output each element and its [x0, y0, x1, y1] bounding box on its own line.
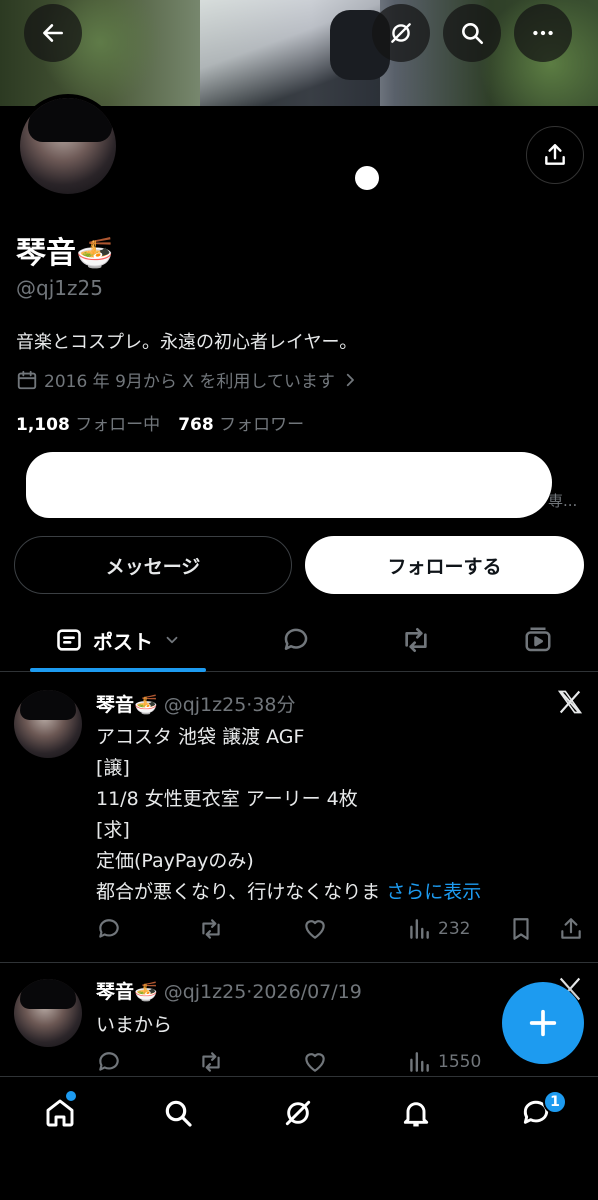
share-tweet-button[interactable] — [558, 913, 584, 945]
tweet-avatar[interactable] — [14, 979, 82, 1047]
joined-text: 2016 年 9月から X を利用しています — [44, 372, 335, 392]
tweet-text-line: 11/8 女性更衣室 アーリー 4枚 — [96, 788, 358, 810]
search-button[interactable] — [443, 4, 501, 62]
home-notification-dot — [66, 1091, 76, 1101]
tweet-avatar[interactable] — [14, 690, 82, 758]
follow-button[interactable]: フォローする — [305, 536, 584, 594]
grok-button[interactable] — [372, 4, 430, 62]
profile-avatar[interactable] — [16, 94, 120, 198]
views-count: 1550 — [438, 1052, 482, 1072]
views-button[interactable]: 1550 — [406, 1046, 481, 1078]
bookmark-button[interactable] — [508, 913, 534, 945]
x-logo-icon — [557, 690, 583, 714]
repost-icon — [202, 919, 220, 939]
share-icon — [561, 918, 581, 939]
more-horizontal-icon — [533, 30, 553, 36]
followers-label: フォロワー — [219, 415, 305, 435]
tweet-time[interactable]: ·38分 — [246, 694, 295, 716]
plus-icon — [529, 1009, 557, 1037]
nav-grok[interactable] — [268, 1091, 328, 1135]
follow-stats: 1,108 フォロー中 768 フォロワー — [16, 410, 304, 435]
tweet-text-line: いまから — [96, 1014, 173, 1036]
tweet-text-line: [求] — [96, 819, 130, 841]
reply-button[interactable] — [96, 1046, 122, 1078]
tweet-author-name[interactable]: 琴音🍜 — [96, 981, 158, 1003]
like-button[interactable] — [302, 1046, 328, 1078]
white-dot-marker — [355, 166, 379, 190]
tweet-handle[interactable]: @qj1z25 — [164, 981, 247, 1003]
following-label: フォロー中 — [75, 415, 161, 435]
tweet-text-line: 定価(PayPayのみ) — [96, 850, 254, 872]
arrow-left-icon — [43, 24, 63, 42]
reply-icon — [99, 1052, 119, 1071]
repost-button[interactable] — [198, 913, 224, 945]
compose-post-button[interactable] — [502, 982, 584, 1064]
repost-icon — [405, 628, 427, 652]
nav-notifications[interactable] — [386, 1091, 446, 1135]
tweet-header: 琴音🍜 @qj1z25·2026/07/19 — [96, 977, 362, 1004]
bottom-navigation: 1 — [0, 1076, 598, 1200]
reply-icon — [99, 919, 119, 938]
followers-count: 768 — [178, 415, 214, 435]
calendar-icon — [17, 370, 37, 389]
tweet-actions: 232 — [96, 913, 586, 945]
analytics-icon — [410, 1052, 429, 1072]
grok-icon — [285, 1100, 311, 1126]
tweet-text-line: アコスタ 池袋 譲渡 AGF — [96, 726, 305, 748]
more-options-button[interactable] — [514, 4, 572, 62]
tweet-text-line: [譲] — [96, 757, 130, 779]
posts-icon — [57, 629, 81, 651]
nav-home[interactable] — [30, 1091, 90, 1135]
following-count: 1,108 — [16, 415, 70, 435]
show-more-link[interactable]: さらに表示 — [386, 881, 481, 903]
tab-reposts[interactable] — [386, 610, 446, 670]
redaction-overlay — [26, 452, 552, 518]
profile-handle: @qj1z25 — [16, 276, 103, 300]
views-button[interactable]: 232 — [406, 913, 470, 945]
heart-icon — [305, 920, 325, 939]
reply-button[interactable] — [96, 913, 122, 945]
followers-link[interactable]: 768 フォロワー — [178, 410, 304, 435]
tab-posts[interactable]: ポスト — [30, 610, 206, 670]
reply-icon — [284, 628, 308, 650]
message-button[interactable]: メッセージ — [14, 536, 292, 594]
tab-media[interactable] — [508, 610, 568, 670]
tweet-author-name[interactable]: 琴音🍜 — [96, 694, 158, 716]
views-count: 232 — [438, 919, 471, 939]
share-profile-button[interactable] — [526, 126, 584, 184]
truncated-text: 専... — [548, 492, 578, 510]
profile-bio: 音楽とコスプレ。永遠の初心者レイヤー。 — [16, 332, 358, 353]
following-link[interactable]: 1,108 フォロー中 — [16, 410, 160, 435]
chevron-right-icon — [346, 373, 354, 386]
bookmark-icon — [513, 918, 529, 940]
share-icon — [545, 144, 565, 165]
heart-icon — [305, 1053, 325, 1072]
bell-icon — [403, 1102, 429, 1127]
tweet-handle[interactable]: @qj1z25 — [164, 694, 247, 716]
profile-tabs: ポスト — [0, 610, 598, 672]
profile-name: 琴音🍜 — [16, 236, 114, 271]
tweet-header: 琴音🍜 @qj1z25·38分 — [96, 690, 296, 717]
joined-date[interactable]: 2016 年 9月から X を利用しています — [16, 367, 359, 392]
tweet-item[interactable]: 琴音🍜 @qj1z25·38分 アコスタ 池袋 譲渡 AGF [譲] 11/8 … — [0, 672, 598, 962]
back-button[interactable] — [24, 4, 82, 62]
grok-icon — [391, 23, 411, 43]
tweet-time[interactable]: ·2026/07/19 — [246, 981, 362, 1003]
like-button[interactable] — [302, 913, 328, 945]
repost-button[interactable] — [198, 1046, 224, 1078]
analytics-icon — [410, 919, 429, 939]
home-icon — [46, 1099, 74, 1127]
repost-icon — [202, 1052, 220, 1072]
tab-posts-label: ポスト — [93, 629, 153, 654]
tweet-text-line: 都合が悪くなり、行けなくなりま さらに表示 — [96, 877, 481, 904]
messages-badge: 1 — [543, 1090, 567, 1114]
nav-search[interactable] — [148, 1091, 208, 1135]
media-icon — [525, 627, 551, 652]
profile-banner[interactable] — [0, 0, 598, 106]
chevron-down-icon — [166, 636, 178, 644]
tab-replies[interactable] — [266, 610, 326, 670]
search-icon — [462, 23, 484, 45]
search-icon — [165, 1100, 192, 1127]
tweet-text-last: 都合が悪くなり、行けなくなりま — [96, 881, 381, 903]
